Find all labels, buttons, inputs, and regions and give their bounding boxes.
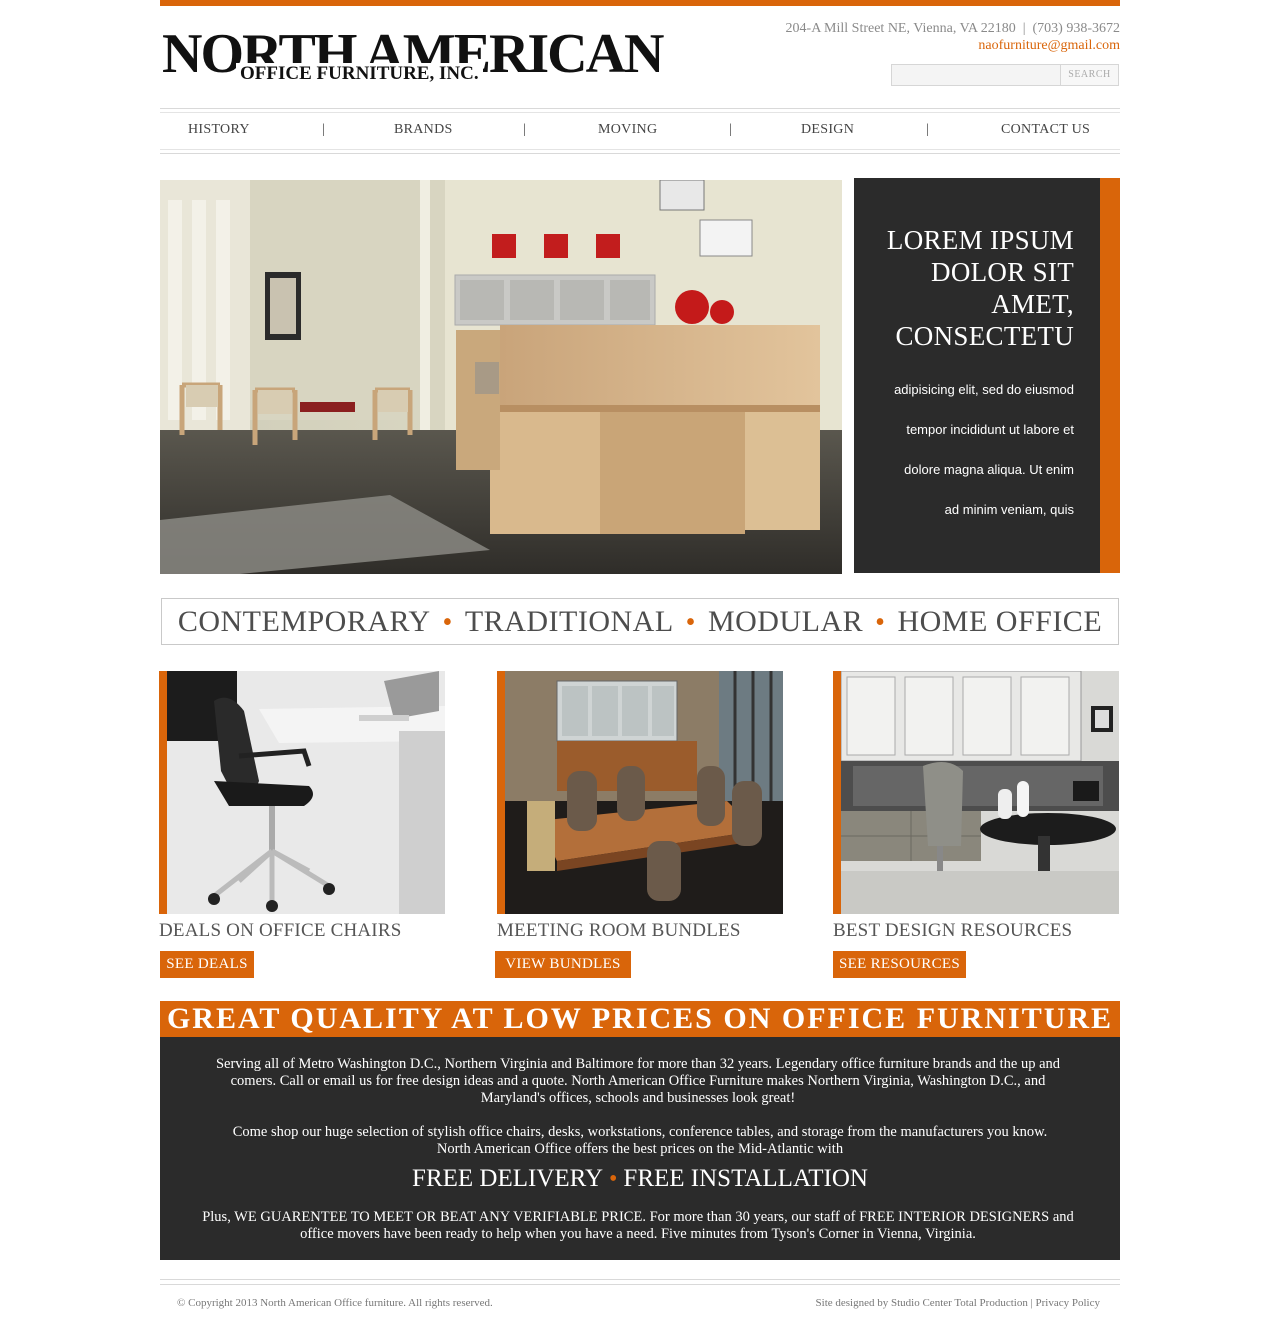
feature-title: BEST DESIGN RESOURCES bbox=[833, 920, 1073, 941]
about-line: Maryland's offices, schools and business… bbox=[480, 1090, 796, 1106]
nav-separator: | bbox=[322, 122, 325, 137]
nav-design[interactable]: DESIGN bbox=[801, 122, 854, 138]
hero-title-line: DOLOR SIT bbox=[931, 257, 1074, 287]
nav-moving[interactable]: MOVING bbox=[598, 122, 657, 138]
contact-info: 204-A Mill Street NE, Vienna, VA 22180 |… bbox=[786, 20, 1120, 54]
see-deals-button[interactable]: SEE DEALS bbox=[160, 951, 254, 978]
hero-body-line: dolore magna aliqua. Ut enim bbox=[904, 462, 1074, 477]
category-home-office[interactable]: HOME OFFICE bbox=[897, 605, 1102, 638]
footer-separator: | bbox=[1030, 1297, 1033, 1309]
feature-title: DEALS ON OFFICE CHAIRS bbox=[159, 920, 402, 941]
privacy-policy-link[interactable]: Privacy Policy bbox=[1036, 1297, 1100, 1309]
category-modular[interactable]: MODULAR bbox=[708, 605, 863, 638]
category-contemporary[interactable]: CONTEMPORARY bbox=[178, 605, 431, 638]
hero-accent-stripe bbox=[1100, 178, 1120, 573]
view-bundles-button[interactable]: VIEW BUNDLES bbox=[495, 951, 631, 978]
nav-separator: | bbox=[523, 122, 526, 137]
bullet-dot: • bbox=[685, 607, 696, 638]
category-traditional[interactable]: TRADITIONAL bbox=[465, 605, 674, 638]
feature-accent-bar bbox=[159, 671, 167, 914]
hero-body-line: adipisicing elit, sed do eiusmod bbox=[894, 382, 1074, 397]
design-workspace-illustration bbox=[833, 671, 1119, 914]
hero-body-line: tempor incididunt ut labore et bbox=[906, 422, 1074, 437]
feature-accent-bar bbox=[497, 671, 505, 914]
about-paragraph-1: Serving all of Metro Washington D.C., No… bbox=[180, 1056, 1096, 1107]
quality-banner: GREAT QUALITY AT LOW PRICES ON OFFICE FU… bbox=[160, 1001, 1120, 1037]
meeting-room-illustration bbox=[497, 671, 783, 914]
logo-line2: OFFICE FURNITURE, INC. bbox=[236, 63, 483, 85]
hero-title-line: AMET, bbox=[991, 289, 1074, 319]
hero-body-line: ad minim veniam, quis bbox=[944, 502, 1074, 517]
free-installation: FREE INSTALLATION bbox=[623, 1165, 868, 1192]
office-chair-illustration bbox=[159, 671, 445, 914]
hero-image bbox=[160, 180, 842, 574]
search-box: SEARCH bbox=[891, 64, 1119, 86]
nav-brands[interactable]: BRANDS bbox=[394, 122, 453, 138]
hero-title-line: LOREM IPSUM bbox=[886, 225, 1074, 255]
about-line: North American Office offers the best pr… bbox=[436, 1141, 844, 1157]
nav-separator: | bbox=[729, 122, 732, 137]
free-delivery: FREE DELIVERY bbox=[412, 1165, 604, 1192]
about-line: office movers have been ready to help wh… bbox=[300, 1226, 976, 1242]
hero-office-illustration bbox=[160, 180, 842, 574]
see-resources-button[interactable]: SEE RESOURCES bbox=[833, 951, 966, 978]
site-logo[interactable]: NORTH AMERICAN OFFICE FURNITURE, INC. bbox=[160, 26, 664, 88]
feature-meeting-room: MEETING ROOM BUNDLES VIEW BUNDLES bbox=[495, 671, 783, 978]
about-paragraph-3: Plus, WE GUARENTEE TO MEET OR BEAT ANY V… bbox=[180, 1209, 1096, 1243]
bullet-dot: • bbox=[875, 607, 886, 638]
about-panel: Serving all of Metro Washington D.C., No… bbox=[160, 1037, 1120, 1260]
search-input[interactable] bbox=[892, 65, 1061, 85]
hero-body: adipisicing elit, sed do eiusmod tempor … bbox=[844, 370, 1074, 530]
address-phone: 204-A Mill Street NE, Vienna, VA 22180 |… bbox=[785, 21, 1120, 36]
bullet-dot: • bbox=[609, 1166, 618, 1192]
feature-title: MEETING ROOM BUNDLES bbox=[497, 920, 741, 941]
nav-history[interactable]: HISTORY bbox=[188, 122, 250, 138]
email-link[interactable]: naofurniture@gmail.com bbox=[786, 37, 1120, 54]
feature-image-meeting[interactable] bbox=[497, 671, 783, 914]
footer-credits: Site designed by Studio Center Total Pro… bbox=[816, 1297, 1100, 1309]
free-offers: FREE DELIVERY • FREE INSTALLATION bbox=[160, 1163, 1120, 1195]
copyright: © Copyright 2013 North American Office f… bbox=[177, 1297, 493, 1309]
about-line: Serving all of Metro Washington D.C., No… bbox=[215, 1056, 1061, 1072]
category-bar: CONTEMPORARY • TRADITIONAL • MODULAR • HOME OF… bbox=[161, 598, 1119, 645]
hero-title: LOREM IPSUM DOLOR SIT AMET, CONSECTETU bbox=[854, 224, 1074, 352]
feature-accent-bar bbox=[833, 671, 841, 914]
bullet-dot: • bbox=[442, 607, 453, 638]
hero-title-line: CONSECTETU bbox=[895, 321, 1074, 351]
search-button[interactable]: SEARCH bbox=[1061, 65, 1118, 85]
hero-text-panel: LOREM IPSUM DOLOR SIT AMET, CONSECTETU a… bbox=[854, 178, 1120, 573]
feature-image-design[interactable] bbox=[833, 671, 1119, 914]
footer-divider bbox=[160, 1279, 1120, 1285]
nav-separator: | bbox=[926, 122, 929, 137]
feature-image-chairs[interactable] bbox=[159, 671, 445, 914]
top-accent-bar bbox=[160, 0, 1120, 6]
about-line: comers. Call or email us for free design… bbox=[230, 1073, 1046, 1089]
about-line: Plus, WE GUARENTEE TO MEET OR BEAT ANY V… bbox=[202, 1209, 1074, 1225]
feature-office-chairs: DEALS ON OFFICE CHAIRS SEE DEALS bbox=[159, 671, 445, 978]
feature-design-resources: BEST DESIGN RESOURCES SEE RESOURCES bbox=[833, 671, 1119, 978]
about-line: Come shop our huge selection of stylish … bbox=[232, 1124, 1048, 1140]
about-paragraph-2: Come shop our huge selection of stylish … bbox=[160, 1124, 1120, 1158]
site-credit-link[interactable]: Site designed by Studio Center Total Pro… bbox=[816, 1297, 1028, 1309]
nav-contact-us[interactable]: CONTACT US bbox=[1001, 122, 1090, 138]
